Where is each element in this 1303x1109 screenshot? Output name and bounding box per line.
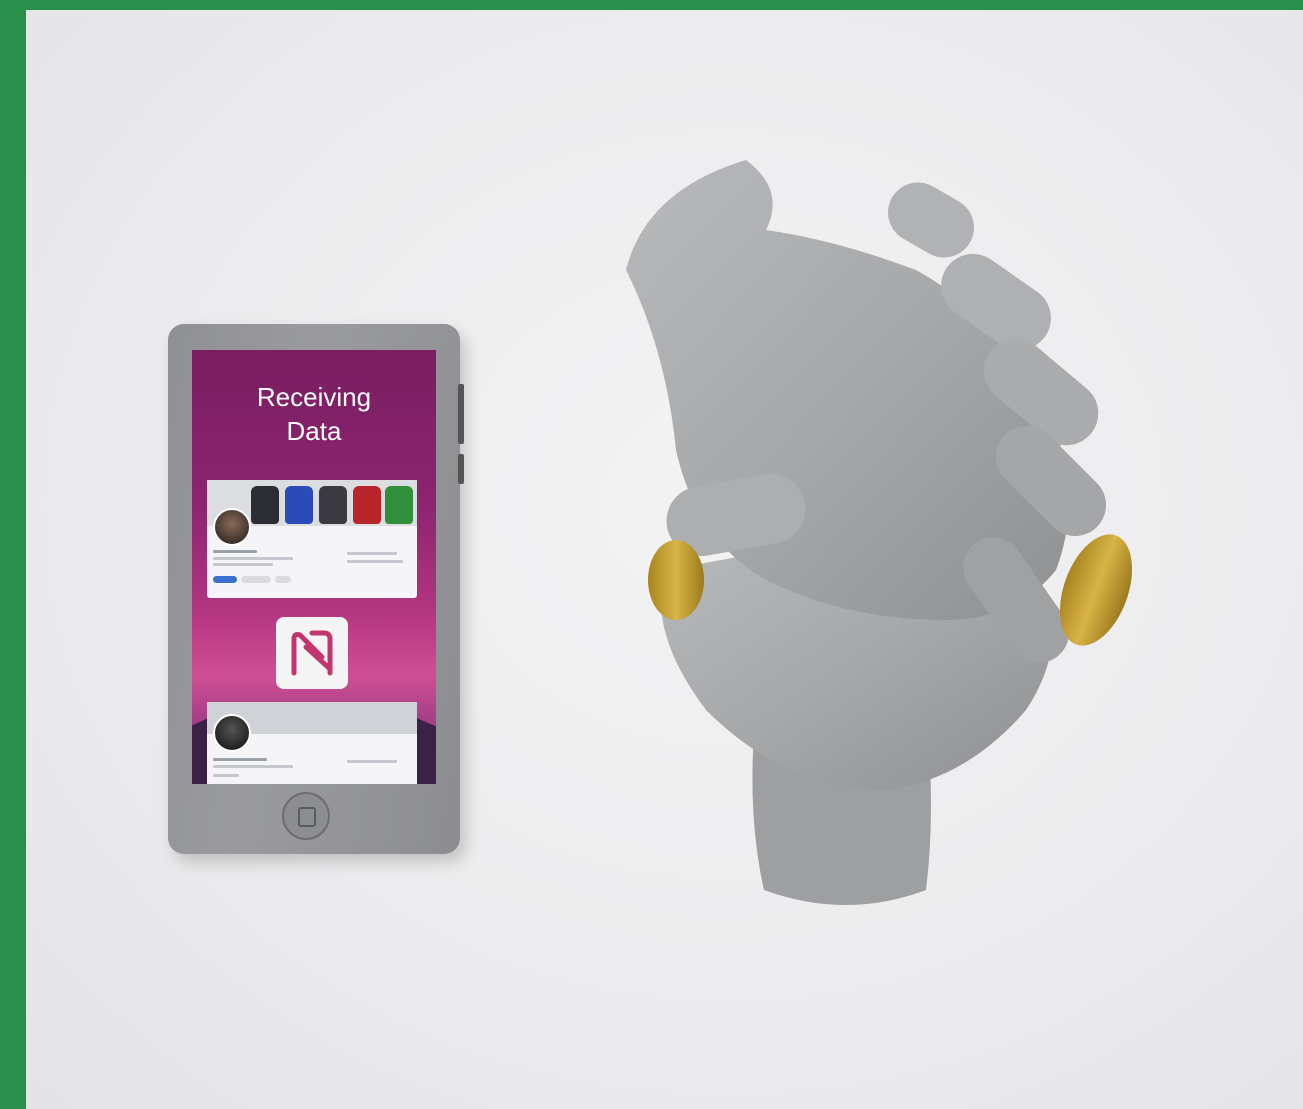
chair-image [385,486,413,524]
chair-image [251,486,279,524]
profile-card [207,480,417,598]
hand-sculpture [626,160,1133,905]
gold-ring [648,540,704,620]
nfc-icon-tile [276,617,348,689]
text-line [213,557,293,560]
text-line [213,563,273,566]
chair-image [353,486,381,524]
text-line [213,774,239,777]
profile-card [207,702,417,784]
chair-image [285,486,313,524]
home-button [282,792,330,840]
text-line [213,765,293,768]
product-photo: Receiving Data [26,10,1303,1109]
pill [275,576,291,583]
pill [213,576,237,583]
phone-side-button [458,384,464,444]
screen-title: Receiving Data [256,382,372,446]
phone-screen: Receiving Data [192,350,436,784]
text-line [347,760,397,763]
phone-device: Receiving Data [168,324,464,854]
avatar [213,714,251,752]
nfc-icon [291,630,333,676]
finger [888,182,974,258]
pill [241,576,271,583]
text-line [213,550,257,553]
text-line [347,552,397,555]
text-line [213,758,267,761]
avatar [213,508,251,546]
text-line [347,560,403,563]
home-button-icon [298,807,316,827]
phone-side-button [458,454,464,484]
chair-image [319,486,347,524]
